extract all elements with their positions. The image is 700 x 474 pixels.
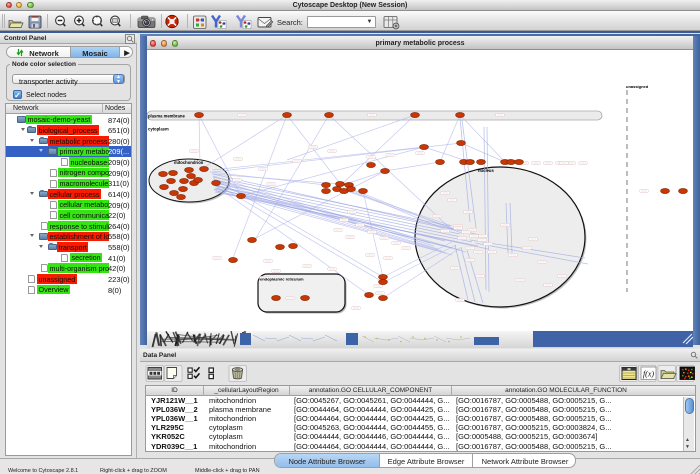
svg-text:unassigned: unassigned	[626, 84, 649, 89]
svg-text:endoplasmic reticulum: endoplasmic reticulum	[260, 277, 304, 282]
svg-text:mitochondrion: mitochondrion	[174, 160, 204, 165]
svg-text:plasma membrane: plasma membrane	[148, 114, 185, 119]
svg-text:f(x): f(x)	[643, 370, 654, 379]
svg-text:cytoplasm: cytoplasm	[148, 127, 169, 132]
svg-text:nucleus: nucleus	[478, 168, 494, 173]
